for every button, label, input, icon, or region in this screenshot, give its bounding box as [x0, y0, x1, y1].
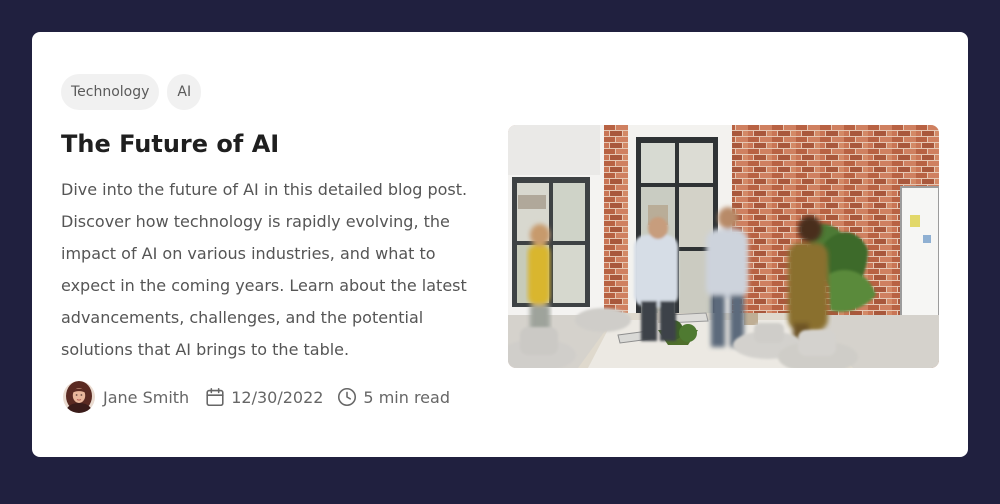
tag-technology[interactable]: Technology [61, 74, 160, 110]
post-read-time: 5 min read [336, 386, 450, 408]
post-date: 12/30/2022 [204, 386, 323, 408]
post-title[interactable]: The Future of AI [61, 128, 279, 160]
tag-list: Technology AI [61, 74, 202, 110]
calendar-icon [204, 386, 226, 408]
blog-post-card[interactable]: Technology AI The Future of AI Dive into… [32, 32, 968, 457]
post-description: Dive into the future of AI in this detai… [61, 180, 468, 359]
author-avatar [63, 381, 95, 413]
tag-ai[interactable]: AI [167, 74, 202, 110]
post-date-text: 12/30/2022 [231, 387, 324, 407]
read-time-text: 5 min read [363, 387, 450, 407]
clock-icon [336, 386, 358, 408]
post-cover-image[interactable] [508, 125, 939, 368]
author-name[interactable]: Jane Smith [103, 388, 189, 407]
post-meta: Jane Smith 12/30/2022 5 min read [63, 379, 450, 415]
